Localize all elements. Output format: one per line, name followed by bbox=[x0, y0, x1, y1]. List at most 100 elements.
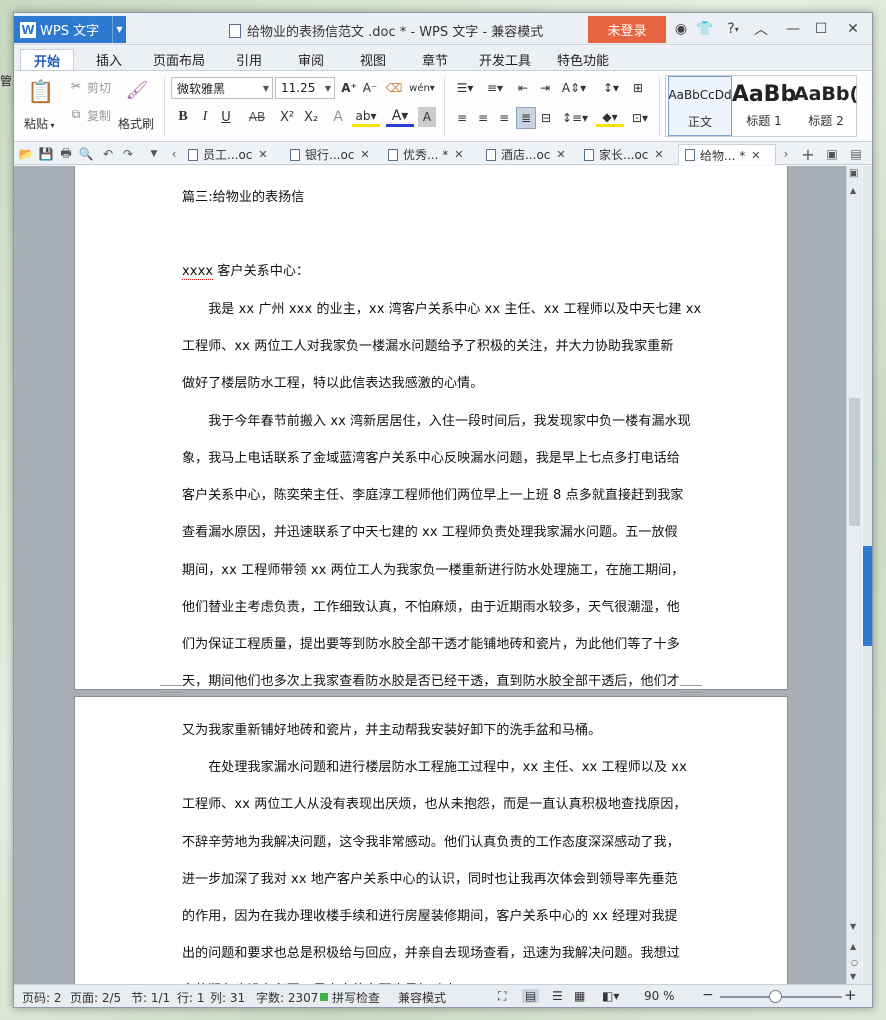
maximize-icon[interactable]: ☐ bbox=[810, 19, 832, 39]
print-icon[interactable]: 🖶 bbox=[58, 146, 74, 162]
paste-icon[interactable]: 📋 bbox=[26, 77, 56, 107]
scissors-icon[interactable]: ✂ bbox=[66, 77, 86, 95]
document-canvas[interactable]: 篇三:给物业的表扬信 xxxx 客户关系中心： 我是 xx 广州 xxx 的业主，… bbox=[14, 166, 846, 998]
bold-button[interactable]: B bbox=[174, 107, 192, 127]
minimize-icon[interactable]: — bbox=[782, 19, 804, 39]
zoom-slider-knob[interactable] bbox=[769, 990, 782, 1003]
reading-view-icon[interactable]: ◧▾ bbox=[602, 989, 619, 1003]
borders-icon[interactable]: ⊡▾ bbox=[628, 109, 652, 127]
tab-list-icon[interactable]: ▣ bbox=[824, 146, 840, 162]
font-name-select[interactable]: 微软雅黑 ▼ bbox=[171, 77, 273, 99]
new-tab-icon[interactable]: + bbox=[800, 145, 816, 164]
font-size-select[interactable]: 11.25 ▼ bbox=[275, 77, 335, 99]
doc-tab[interactable]: 家长...oc ✕ bbox=[578, 144, 676, 165]
tab-view[interactable]: 视图 bbox=[348, 49, 398, 70]
scroll-thumb[interactable] bbox=[849, 398, 860, 526]
close-tab-icon[interactable]: ✕ bbox=[454, 148, 463, 161]
wps-app-menu-button[interactable]: W WPS 文字 ▼ bbox=[14, 16, 126, 43]
scroll-tabs-right-icon[interactable]: › bbox=[778, 146, 794, 162]
numbered-list-icon[interactable]: ≡▾ bbox=[482, 79, 508, 97]
help-button[interactable]: ? ▾ bbox=[718, 19, 748, 39]
vertical-scrollbar[interactable]: ▣ ▲ ▼ ▲ ○ ▼ bbox=[846, 166, 862, 984]
document-line[interactable]: 的作用，因为在我办理收楼手续和进行房屋装修期间，客户关系中心的 xx 经理对我提 bbox=[182, 905, 678, 924]
decrease-indent-icon[interactable]: ⇤ bbox=[514, 79, 532, 97]
close-tab-icon[interactable]: ✕ bbox=[258, 148, 267, 161]
document-line[interactable]: 出的问题和要求也总是积极给与回应，并亲自去现场查看，迅速为我解决问题。我想过 bbox=[182, 942, 680, 961]
copy-button[interactable]: 复制 bbox=[87, 107, 111, 124]
justify-icon[interactable]: ≣ bbox=[516, 107, 536, 129]
feedback-icon[interactable]: ◉ bbox=[670, 19, 692, 39]
line-spacing-icon[interactable]: ↕≡▾ bbox=[562, 109, 588, 127]
zoom-in-icon[interactable]: + bbox=[844, 986, 857, 1004]
document-line[interactable]: 天，期间他们也多次上我家查看防水胶是否已经干透，直到防水胶全部干透后，他们才 bbox=[182, 670, 680, 689]
phonetic-guide-icon[interactable]: wén▾ bbox=[409, 77, 435, 99]
doc-tab[interactable]: 银行...oc ✕ bbox=[284, 144, 382, 165]
document-line[interactable]: 又为我家重新铺好地砖和瓷片，并主动帮我安装好卸下的洗手盆和马桶。 bbox=[182, 719, 601, 738]
close-tab-icon[interactable]: ✕ bbox=[360, 148, 369, 161]
document-line[interactable]: 我于今年春节前搬入 xx 湾新居居住，入住一段时间后，我发现家中负一楼有漏水现 bbox=[182, 410, 691, 429]
document-line[interactable]: 篇三:给物业的表扬信 bbox=[182, 186, 304, 205]
style-normal[interactable]: AaBbCcDd 正文 bbox=[668, 76, 732, 136]
italic-button[interactable]: I bbox=[196, 107, 214, 127]
distributed-align-icon[interactable]: ⊟ bbox=[538, 109, 554, 127]
zoom-out-icon[interactable]: − bbox=[702, 987, 714, 1003]
scroll-up-icon[interactable]: ▲ bbox=[850, 186, 856, 195]
document-line[interactable]: 进一步加深了我对 xx 地产客户关系中心的认识，同时也让我再次体会到领导率先垂范 bbox=[182, 868, 678, 887]
document-line[interactable]: 工程师、xx 两位工人对我家负一楼漏水问题给予了积极的关注，并大力协助我家重新 bbox=[182, 335, 673, 354]
document-line[interactable]: 他们替业主考虑负责，工作细致认真，不怕麻烦，由于近期雨水较多，天气很潮湿，他 bbox=[182, 596, 680, 615]
outline-view-icon[interactable]: ☰ bbox=[552, 989, 563, 1003]
close-tab-icon[interactable]: ✕ bbox=[556, 148, 565, 161]
undo-icon[interactable]: ↶ bbox=[100, 146, 116, 162]
select-browse-object-icon[interactable]: ○ bbox=[851, 958, 858, 967]
format-painter-icon[interactable]: 🖌 bbox=[124, 77, 150, 103]
document-line[interactable]: 工程师、xx 两位工人从没有表现出厌烦，也从未抱怨，而是一直认真积极地查找原因， bbox=[182, 793, 687, 812]
status-page-code[interactable]: 页码: 2 bbox=[22, 989, 62, 1006]
table-grid-icon[interactable]: ⊞ bbox=[628, 79, 648, 97]
skin-shirt-icon[interactable]: 👕 bbox=[694, 19, 716, 39]
status-word-count[interactable]: 字数: 2307 bbox=[256, 989, 318, 1006]
style-heading-2[interactable]: AaBb( 标题 2 bbox=[794, 76, 858, 136]
redo-icon[interactable]: ↷ bbox=[120, 146, 136, 162]
bullet-list-icon[interactable]: ☰▾ bbox=[452, 79, 478, 97]
document-line[interactable]: 做好了楼层防水工程，特以此信表达我感激的心情。 bbox=[182, 372, 483, 391]
login-button[interactable]: 未登录 bbox=[588, 16, 666, 43]
format-painter-button[interactable]: 格式刷 bbox=[118, 115, 154, 132]
document-line[interactable]: 客户关系中心，陈奕荣主任、李庭淳工程师他们两位早上一上班 8 点多就直接赶到我家 bbox=[182, 484, 684, 503]
document-line[interactable]: 象，我马上电话联系了金域蓝湾客户关系中心反映漏水问题，我是早上七点多打电话给 bbox=[182, 447, 680, 466]
underline-button[interactable]: U bbox=[217, 107, 235, 127]
close-tab-icon[interactable]: ✕ bbox=[751, 149, 760, 162]
save-icon[interactable]: 💾 bbox=[38, 146, 54, 162]
superscript-button[interactable]: X² bbox=[276, 107, 298, 127]
paragraph-shading-icon[interactable]: ◆▾ bbox=[596, 109, 624, 127]
tab-page-layout[interactable]: 页面布局 bbox=[146, 49, 212, 70]
task-pane-toggle[interactable] bbox=[863, 546, 872, 646]
document-line[interactable]: 查看漏水原因，并迅速联系了中天七建的 xx 工程师负责处理我家漏水问题。五一放假 bbox=[182, 521, 678, 540]
web-view-icon[interactable]: ▦ bbox=[574, 989, 585, 1003]
collapse-ribbon-icon[interactable]: ︿ bbox=[750, 19, 772, 39]
full-screen-icon[interactable]: ⛶ bbox=[498, 989, 506, 1004]
tab-developer-tools[interactable]: 开发工具 bbox=[472, 49, 538, 70]
doc-tab[interactable]: 员工...oc ✕ bbox=[182, 144, 284, 165]
strikethrough-button[interactable]: AB bbox=[244, 107, 270, 127]
font-color-icon[interactable]: A▾ bbox=[386, 107, 414, 127]
tab-insert[interactable]: 插入 bbox=[84, 49, 134, 70]
align-left-icon[interactable]: ≡ bbox=[454, 109, 470, 127]
status-spell-check[interactable]: 拼写检查 bbox=[332, 989, 380, 1006]
chevron-down-icon[interactable]: ▼ bbox=[112, 16, 126, 43]
tab-home[interactable]: 开始 bbox=[20, 49, 74, 70]
increase-indent-icon[interactable]: ⇥ bbox=[536, 79, 554, 97]
previous-page-icon[interactable]: ▲ bbox=[850, 942, 856, 951]
scroll-down-icon[interactable]: ▼ bbox=[850, 922, 856, 931]
document-line[interactable]: 期间，xx 工程师带领 xx 两位工人为我家负一楼重新进行防水处理施工，在施工期… bbox=[182, 559, 684, 578]
document-line[interactable]: xxxx 客户关系中心： bbox=[182, 260, 309, 280]
open-folder-icon[interactable]: 📂 bbox=[18, 146, 34, 162]
next-page-icon[interactable]: ▼ bbox=[850, 972, 856, 981]
subscript-button[interactable]: X₂ bbox=[300, 107, 322, 127]
align-center-icon[interactable]: ≡ bbox=[475, 109, 491, 127]
print-preview-icon[interactable]: 🔍 bbox=[78, 146, 94, 162]
cut-button[interactable]: 剪切 bbox=[87, 79, 111, 96]
grow-font-icon[interactable]: A⁺ bbox=[339, 79, 359, 97]
clear-format-icon[interactable]: ⌫ bbox=[384, 79, 404, 97]
scroll-top-icon[interactable]: ▣ bbox=[849, 168, 858, 179]
tab-review[interactable]: 审阅 bbox=[286, 49, 336, 70]
